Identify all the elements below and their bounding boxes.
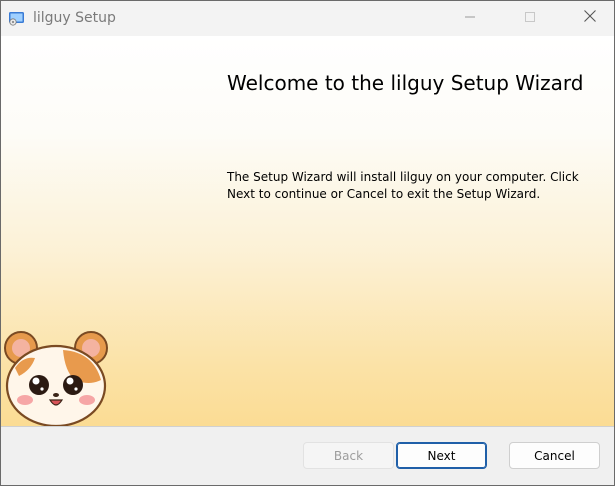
title-bar[interactable]: lilguy Setup	[1, 1, 614, 36]
close-button[interactable]	[567, 1, 613, 36]
wizard-heading: Welcome to the lilguy Setup Wizard	[227, 71, 584, 95]
hamster-mascot-image	[1, 328, 111, 428]
next-button[interactable]: Next	[396, 442, 487, 469]
maximize-button[interactable]	[507, 1, 553, 36]
back-button[interactable]: Back	[303, 442, 394, 469]
wizard-footer: Back Next Cancel	[1, 426, 614, 485]
setup-window: lilguy Setup Welcome to the lilguy Setup…	[0, 0, 615, 486]
cancel-button[interactable]: Cancel	[509, 442, 600, 469]
minimize-button[interactable]	[447, 1, 493, 36]
minimize-icon	[464, 10, 476, 28]
wizard-description: The Setup Wizard will install lilguy on …	[227, 170, 579, 201]
close-icon	[583, 9, 597, 28]
wizard-content-panel: Welcome to the lilguy Setup Wizard The S…	[1, 36, 614, 428]
setup-installer-icon	[8, 11, 26, 27]
window-title: lilguy Setup	[33, 10, 116, 26]
maximize-icon	[524, 10, 536, 28]
